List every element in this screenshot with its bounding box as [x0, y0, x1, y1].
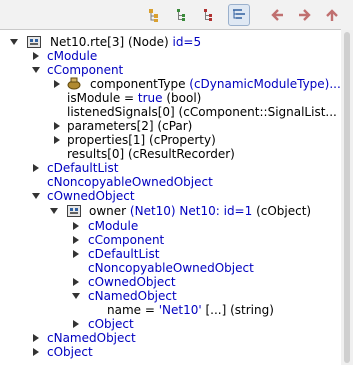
mode-d-icon[interactable]: [228, 4, 250, 26]
tree-row-cnoncopyableownedobject[interactable]: cNoncopyableOwnedObject: [0, 175, 340, 189]
tree-row-label: cOwnedObject: [88, 275, 176, 289]
tree-row-cdefaultlist[interactable]: cDefaultList: [0, 161, 340, 175]
tree-row-label: cNamedObject: [47, 331, 136, 345]
tree-row-label: Net10.rte[3] (Node) id=5: [50, 35, 202, 49]
tree-row-label: listenedSignals[0] (cComponent::SignalLi…: [67, 105, 337, 119]
tree-row-owner-cmodule[interactable]: cModule: [0, 219, 340, 233]
forward-arrow-icon[interactable]: [294, 4, 316, 26]
mode-b-icon[interactable]: [171, 4, 193, 26]
tree-row-owner[interactable]: owner (Net10) Net10: id=1 (cObject): [0, 204, 340, 218]
back-arrow-icon[interactable]: [266, 4, 288, 26]
up-arrow-icon[interactable]: [321, 4, 343, 26]
tree-row-owner-ccomponent[interactable]: cComponent: [0, 233, 340, 247]
tree-row-label: cComponent: [47, 63, 124, 77]
mode-a-icon[interactable]: [144, 4, 166, 26]
collapsed-chevron-icon[interactable]: [72, 320, 80, 328]
tree-row-owner-cobject[interactable]: cObject: [0, 317, 340, 331]
tree-row-properties[interactable]: properties[1] (cProperty): [0, 133, 340, 147]
object-tree: Net10.rte[3] (Node) id=5 cModule cCompon…: [0, 29, 341, 366]
tree-row-parameters[interactable]: parameters[2] (cPar): [0, 119, 340, 133]
tree-row-label: cDefaultList: [88, 247, 160, 261]
tree-row-label: properties[1] (cProperty): [67, 133, 216, 147]
tree-row-label: cNoncopyableOwnedObject: [88, 261, 254, 275]
module-node-icon: [27, 35, 43, 49]
tree-row-label: isModule = true (bool): [67, 91, 202, 105]
tree-row-label: cNamedObject: [88, 289, 177, 303]
tree-row-label: cModule: [47, 49, 98, 63]
tree-row-label: componentType (cDynamicModuleType)...: [90, 77, 341, 91]
collapsed-chevron-icon[interactable]: [53, 80, 61, 88]
tree-row-results[interactable]: results[0] (cResultRecorder): [0, 147, 340, 161]
tree-row-cmodule[interactable]: cModule: [0, 49, 340, 63]
collapsed-chevron-icon[interactable]: [32, 348, 40, 356]
scrollbar-thumb[interactable]: [344, 32, 350, 363]
collapsed-chevron-icon[interactable]: [32, 334, 40, 342]
tree-row-ismodule[interactable]: isModule = true (bool): [0, 91, 340, 105]
tree-row-cobject[interactable]: cObject: [0, 345, 340, 359]
tree-row-label: parameters[2] (cPar): [67, 119, 193, 133]
tree-row-cownedobject[interactable]: cOwnedObject: [0, 189, 340, 203]
collapsed-chevron-icon[interactable]: [32, 164, 40, 172]
tree-row-owner-cdefaultlist[interactable]: cDefaultList: [0, 247, 340, 261]
tree-row-cnamedobject[interactable]: cNamedObject: [0, 331, 340, 345]
collapsed-chevron-icon[interactable]: [53, 136, 61, 144]
tree-row-listenedsignals[interactable]: listenedSignals[0] (cComponent::SignalLi…: [0, 105, 340, 119]
toolbar: [0, 0, 353, 30]
expanded-chevron-icon[interactable]: [72, 292, 80, 300]
tree-row-root[interactable]: Net10.rte[3] (Node) id=5: [0, 35, 340, 49]
collapsed-chevron-icon[interactable]: [32, 52, 40, 60]
tree-row-ccomponent[interactable]: cComponent: [0, 63, 340, 77]
expanded-chevron-icon[interactable]: [50, 207, 58, 215]
tree-row-label: cObject: [88, 317, 134, 331]
vertical-scrollbar[interactable]: [341, 30, 353, 365]
tree-row-label: name = 'Net10' [...] (string): [107, 303, 274, 317]
collapsed-chevron-icon[interactable]: [72, 236, 80, 244]
tree-row-owner-cnamedobject[interactable]: cNamedObject: [0, 289, 340, 303]
expanded-chevron-icon[interactable]: [10, 38, 18, 46]
tree-row-label: cObject: [47, 345, 93, 359]
tree-row-owner-cownedobject[interactable]: cOwnedObject: [0, 275, 340, 289]
expanded-chevron-icon[interactable]: [32, 66, 40, 74]
collapsed-chevron-icon[interactable]: [53, 122, 61, 130]
mode-c-icon[interactable]: [198, 4, 220, 26]
tree-row-label: cOwnedObject: [47, 189, 135, 203]
tree-row-name[interactable]: name = 'Net10' [...] (string): [0, 303, 340, 317]
collapsed-chevron-icon[interactable]: [72, 278, 80, 286]
tree-row-componenttype[interactable]: componentType (cDynamicModuleType)...: [0, 77, 341, 91]
expanded-chevron-icon[interactable]: [32, 192, 40, 200]
tree-row-label: cNoncopyableOwnedObject: [47, 175, 213, 189]
tree-row-label: cDefaultList: [47, 161, 119, 175]
tree-row-label: cComponent: [88, 233, 165, 247]
tree-row-label: owner (Net10) Net10: id=1 (cObject): [89, 204, 312, 218]
module-node-icon: [67, 204, 83, 218]
tree-row-label: results[0] (cResultRecorder): [67, 147, 235, 161]
tree-row-owner-cnoncopyableownedobject[interactable]: cNoncopyableOwnedObject: [0, 261, 340, 275]
collapsed-chevron-icon[interactable]: [72, 250, 80, 258]
tree-row-label: cModule: [88, 219, 139, 233]
type-node-icon: [67, 77, 83, 91]
collapsed-chevron-icon[interactable]: [72, 222, 80, 230]
